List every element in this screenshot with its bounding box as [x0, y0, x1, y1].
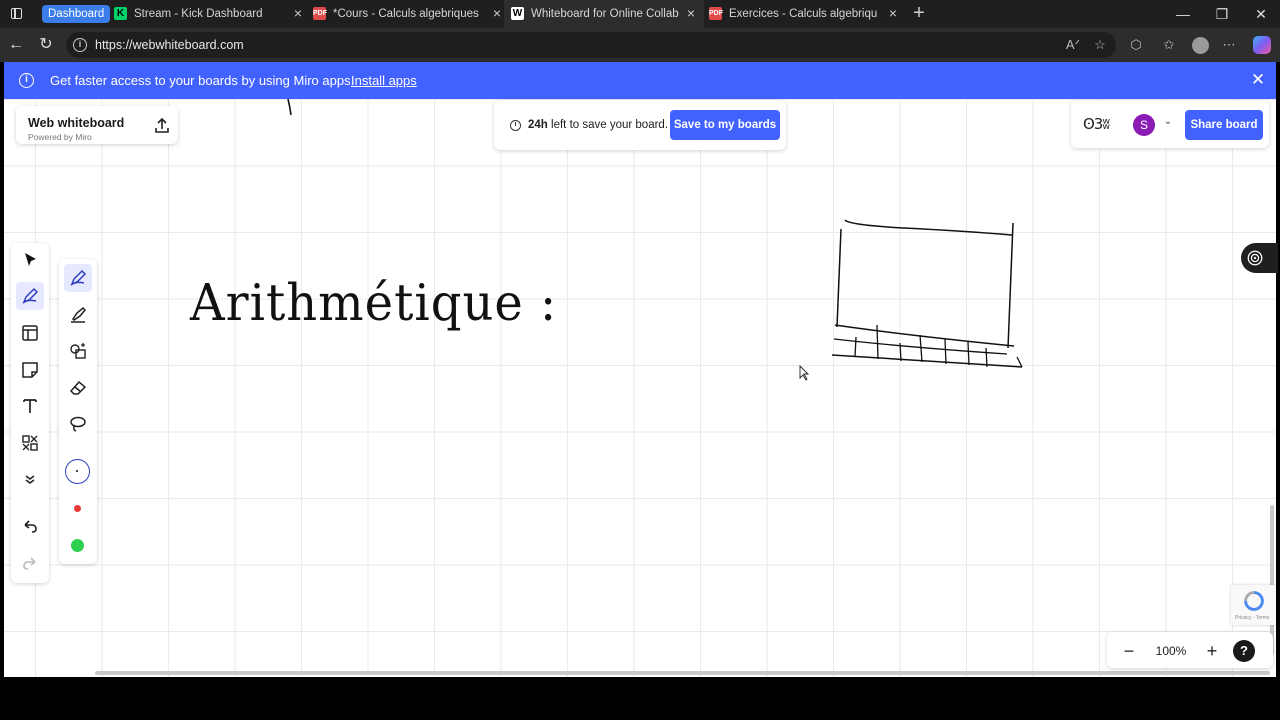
tab-exercices[interactable]: PDF Exercices - Calculs algebriques da ×	[709, 0, 903, 28]
board-bottom-edge	[0, 677, 1280, 720]
save-board-panel: 24h left to save your board. Save to my …	[494, 100, 786, 150]
brand-title: Web whiteboard	[28, 116, 125, 130]
user-avatar[interactable]: S	[1133, 114, 1155, 136]
clock-icon	[510, 120, 521, 131]
mouse-cursor	[799, 364, 810, 381]
url-text[interactable]: https://webwhiteboard.com	[95, 37, 244, 53]
sticky-note-icon[interactable]	[16, 356, 44, 384]
brand-subtitle: Powered by Miro	[28, 132, 92, 142]
smart-shapes-icon[interactable]	[64, 337, 92, 365]
tab-title: Whiteboard for Online Collaborat	[531, 8, 679, 20]
recaptcha-badge[interactable]: Privacy - Terms	[1231, 585, 1276, 625]
target-icon	[1247, 250, 1263, 266]
banner-close-icon[interactable]: ✕	[1249, 71, 1267, 89]
zoom-level[interactable]: 100%	[1149, 643, 1193, 659]
handwritten-heading[interactable]: Arithmétique :	[190, 274, 557, 333]
word-icon: W	[511, 7, 524, 20]
main-toolbar	[11, 243, 49, 583]
reactions-icon[interactable]: ʘ3ʬ	[1083, 114, 1110, 134]
back-icon[interactable]: ←	[6, 35, 26, 55]
brand-panel: Web whiteboard Powered by Miro	[16, 106, 178, 144]
redo-icon[interactable]	[16, 550, 44, 578]
canvas-drawings	[287, 99, 1023, 381]
share-board-button[interactable]: Share board	[1185, 110, 1263, 140]
pen-tool-icon[interactable]	[16, 282, 44, 310]
zoom-out-icon[interactable]: −	[1118, 640, 1140, 662]
zoom-in-icon[interactable]: +	[1201, 640, 1223, 662]
minimize-icon[interactable]: —	[1173, 4, 1193, 24]
recaptcha-icon	[1244, 591, 1264, 611]
frame-tool-icon[interactable]	[16, 319, 44, 347]
more-menu-icon[interactable]: ⋯	[1221, 37, 1237, 53]
select-tool-icon[interactable]	[16, 246, 44, 274]
whiteboard-canvas[interactable]: Arithmétique :	[4, 99, 1276, 677]
zoom-panel: − 100% + ?	[1107, 632, 1273, 668]
copilot-icon[interactable]	[1253, 36, 1271, 54]
favorites-icon[interactable]: ✩	[1161, 37, 1177, 53]
tab-title: Exercices - Calculs algebriques da	[729, 8, 877, 20]
address-bar: ← ↻ i https://webwhiteboard.com Aᐟ ☆ ⬡ ✩…	[0, 28, 1280, 62]
expand-chevron-icon[interactable]	[16, 465, 44, 493]
site-info-icon[interactable]: i	[73, 38, 87, 52]
chevron-down-icon[interactable]: ⌄	[1161, 115, 1175, 129]
collaboration-panel: ʘ3ʬ S ⌄ Share board	[1071, 101, 1269, 148]
save-to-my-boards-button[interactable]: Save to my boards	[670, 110, 780, 140]
more-apps-icon[interactable]	[16, 429, 44, 457]
undo-icon[interactable]	[16, 513, 44, 541]
sketch-keyboard-mid	[833, 338, 1008, 355]
recaptcha-text[interactable]: Privacy - Terms	[1235, 615, 1269, 621]
browser-tab-strip: Dashboard K Stream - Kick Dashboard × PD…	[0, 0, 1280, 28]
favorite-star-icon[interactable]: ☆	[1092, 37, 1108, 53]
color-green[interactable]	[71, 539, 84, 552]
profile-avatar[interactable]	[1192, 37, 1209, 54]
banner-text: Get faster access to your boards by usin…	[50, 73, 355, 88]
close-icon[interactable]: ×	[886, 6, 900, 20]
eraser-icon[interactable]	[64, 374, 92, 402]
focus-mode-button[interactable]	[1241, 243, 1278, 273]
install-apps-link[interactable]: Install apps	[351, 73, 417, 89]
sketch-keyboard-bottom	[831, 354, 1023, 368]
close-icon[interactable]: ×	[291, 6, 305, 20]
reload-icon[interactable]: ↻	[36, 35, 56, 55]
tab-whiteboard[interactable]: W Whiteboard for Online Collaborat ×	[504, 0, 704, 28]
lasso-icon[interactable]	[64, 410, 92, 438]
url-field[interactable]: i https://webwhiteboard.com	[66, 32, 1116, 58]
color-red[interactable]	[74, 505, 81, 512]
color-white-selected[interactable]	[65, 459, 90, 484]
new-tab-icon[interactable]: +	[909, 3, 929, 23]
close-icon[interactable]: ×	[684, 6, 698, 20]
sketch-keys	[854, 324, 1023, 368]
install-apps-banner: i Get faster access to your boards by us…	[4, 62, 1276, 99]
export-icon[interactable]	[152, 116, 172, 136]
stroke-dot	[76, 470, 78, 472]
pen-options-toolbar	[59, 259, 97, 564]
pdf-icon: PDF	[313, 7, 327, 20]
tab-actions-icon[interactable]	[6, 5, 26, 23]
tab-cours[interactable]: PDF *Cours - Calculs algebriques dans ×	[313, 0, 507, 28]
window-close-icon[interactable]: ✕	[1251, 4, 1271, 24]
help-icon[interactable]: ?	[1233, 640, 1255, 662]
tab-title: *Cours - Calculs algebriques dans	[333, 8, 481, 20]
partial-stroke	[287, 99, 292, 116]
sketch-right-edge	[1007, 222, 1014, 349]
save-timer-text: 24h left to save your board.	[528, 119, 669, 131]
horizontal-scrollbar[interactable]	[95, 671, 1270, 675]
extensions-icon[interactable]: ⬡	[1128, 37, 1144, 53]
info-icon: i	[19, 73, 34, 88]
sketch-top-edge	[844, 219, 1013, 236]
tab-title: Stream - Kick Dashboard	[134, 8, 263, 20]
restore-icon[interactable]: ❐	[1212, 4, 1232, 24]
highlighter-icon[interactable]	[64, 301, 92, 329]
tab-kick[interactable]: K Stream - Kick Dashboard ×	[114, 0, 308, 28]
tab-group-dashboard[interactable]: Dashboard	[42, 5, 111, 23]
sketch-left-edge	[836, 228, 842, 328]
pen-icon[interactable]	[64, 264, 92, 292]
kick-icon: K	[114, 7, 127, 20]
read-aloud-icon[interactable]: Aᐟ	[1065, 37, 1081, 53]
pdf-icon: PDF	[709, 7, 723, 20]
text-tool-icon[interactable]	[16, 392, 44, 420]
close-icon[interactable]: ×	[490, 6, 504, 20]
sketch-keyboard-top	[834, 324, 1015, 347]
